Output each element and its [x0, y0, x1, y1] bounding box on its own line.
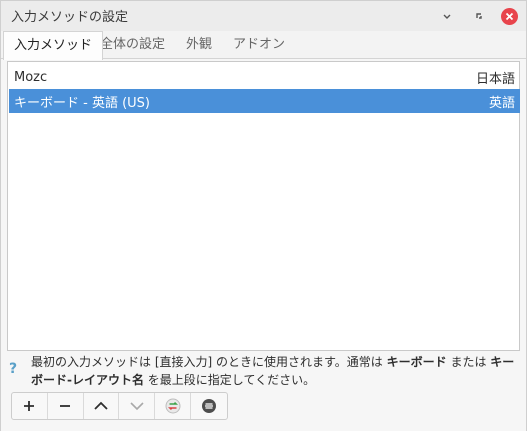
close-button[interactable] — [501, 8, 518, 25]
list-item[interactable]: Mozc 日本語 — [9, 65, 520, 89]
chevron-down-icon — [130, 402, 144, 411]
help-text-part: 最初の入力メソッドは [直接入力] のときに使用されます。通常は — [31, 355, 387, 369]
settings-icon — [202, 399, 217, 413]
maximize-icon — [476, 13, 482, 19]
chevron-up-icon — [94, 401, 108, 410]
move-up-button[interactable] — [84, 393, 120, 419]
list-toolbar — [11, 392, 228, 420]
minus-icon — [60, 405, 71, 407]
window-title: 入力メソッドの設定 — [11, 10, 129, 25]
remove-button[interactable] — [48, 393, 84, 419]
configure-icon — [165, 398, 181, 414]
input-method-list[interactable]: Mozc 日本語 キーボード - 英語 (US) 英語 — [7, 61, 520, 351]
configure-button[interactable] — [155, 393, 192, 419]
add-button[interactable] — [12, 393, 48, 419]
tab-appearance[interactable]: 外観 — [176, 31, 222, 59]
input-method-language: 日本語 — [475, 71, 515, 87]
help-message: ? 最初の入力メソッドは [直接入力] のときに使用されます。通常は キーボード… — [9, 353, 522, 389]
input-method-name: Mozc — [14, 69, 48, 85]
help-bold-keyboard: キーボード — [386, 355, 447, 369]
tab-bar: 入力メソッド 全体の設定 外観 アドオン — [1, 31, 526, 60]
settings-window: 入力メソッドの設定 入力メソッド 全体の設定 外観 アドオン Mozc 日本語 … — [0, 0, 527, 431]
help-text-part: を最上段に指定してください。 — [143, 373, 316, 387]
help-text-part: または — [446, 355, 491, 369]
settings-button[interactable] — [191, 393, 227, 419]
close-icon — [505, 12, 514, 21]
help-text: 最初の入力メソッドは [直接入力] のときに使用されます。通常は キーボード ま… — [31, 353, 521, 389]
input-method-language: 英語 — [488, 95, 515, 111]
plus-icon — [24, 401, 35, 411]
help-icon: ? — [9, 361, 18, 377]
tab-addons[interactable]: アドオン — [223, 31, 295, 59]
input-method-panel: Mozc 日本語 キーボード - 英語 (US) 英語 ? 最初の入力メソッドは… — [1, 58, 526, 431]
minimize-icon — [443, 14, 451, 19]
move-down-button[interactable] — [119, 393, 156, 419]
tab-input-methods[interactable]: 入力メソッド — [3, 31, 104, 60]
minimize-button[interactable] — [439, 8, 455, 24]
maximize-button[interactable] — [471, 8, 487, 24]
input-method-name: キーボード - 英語 (US) — [14, 95, 150, 111]
list-item-selected[interactable]: キーボード - 英語 (US) 英語 — [9, 89, 520, 113]
title-bar[interactable]: 入力メソッドの設定 — [1, 1, 526, 31]
